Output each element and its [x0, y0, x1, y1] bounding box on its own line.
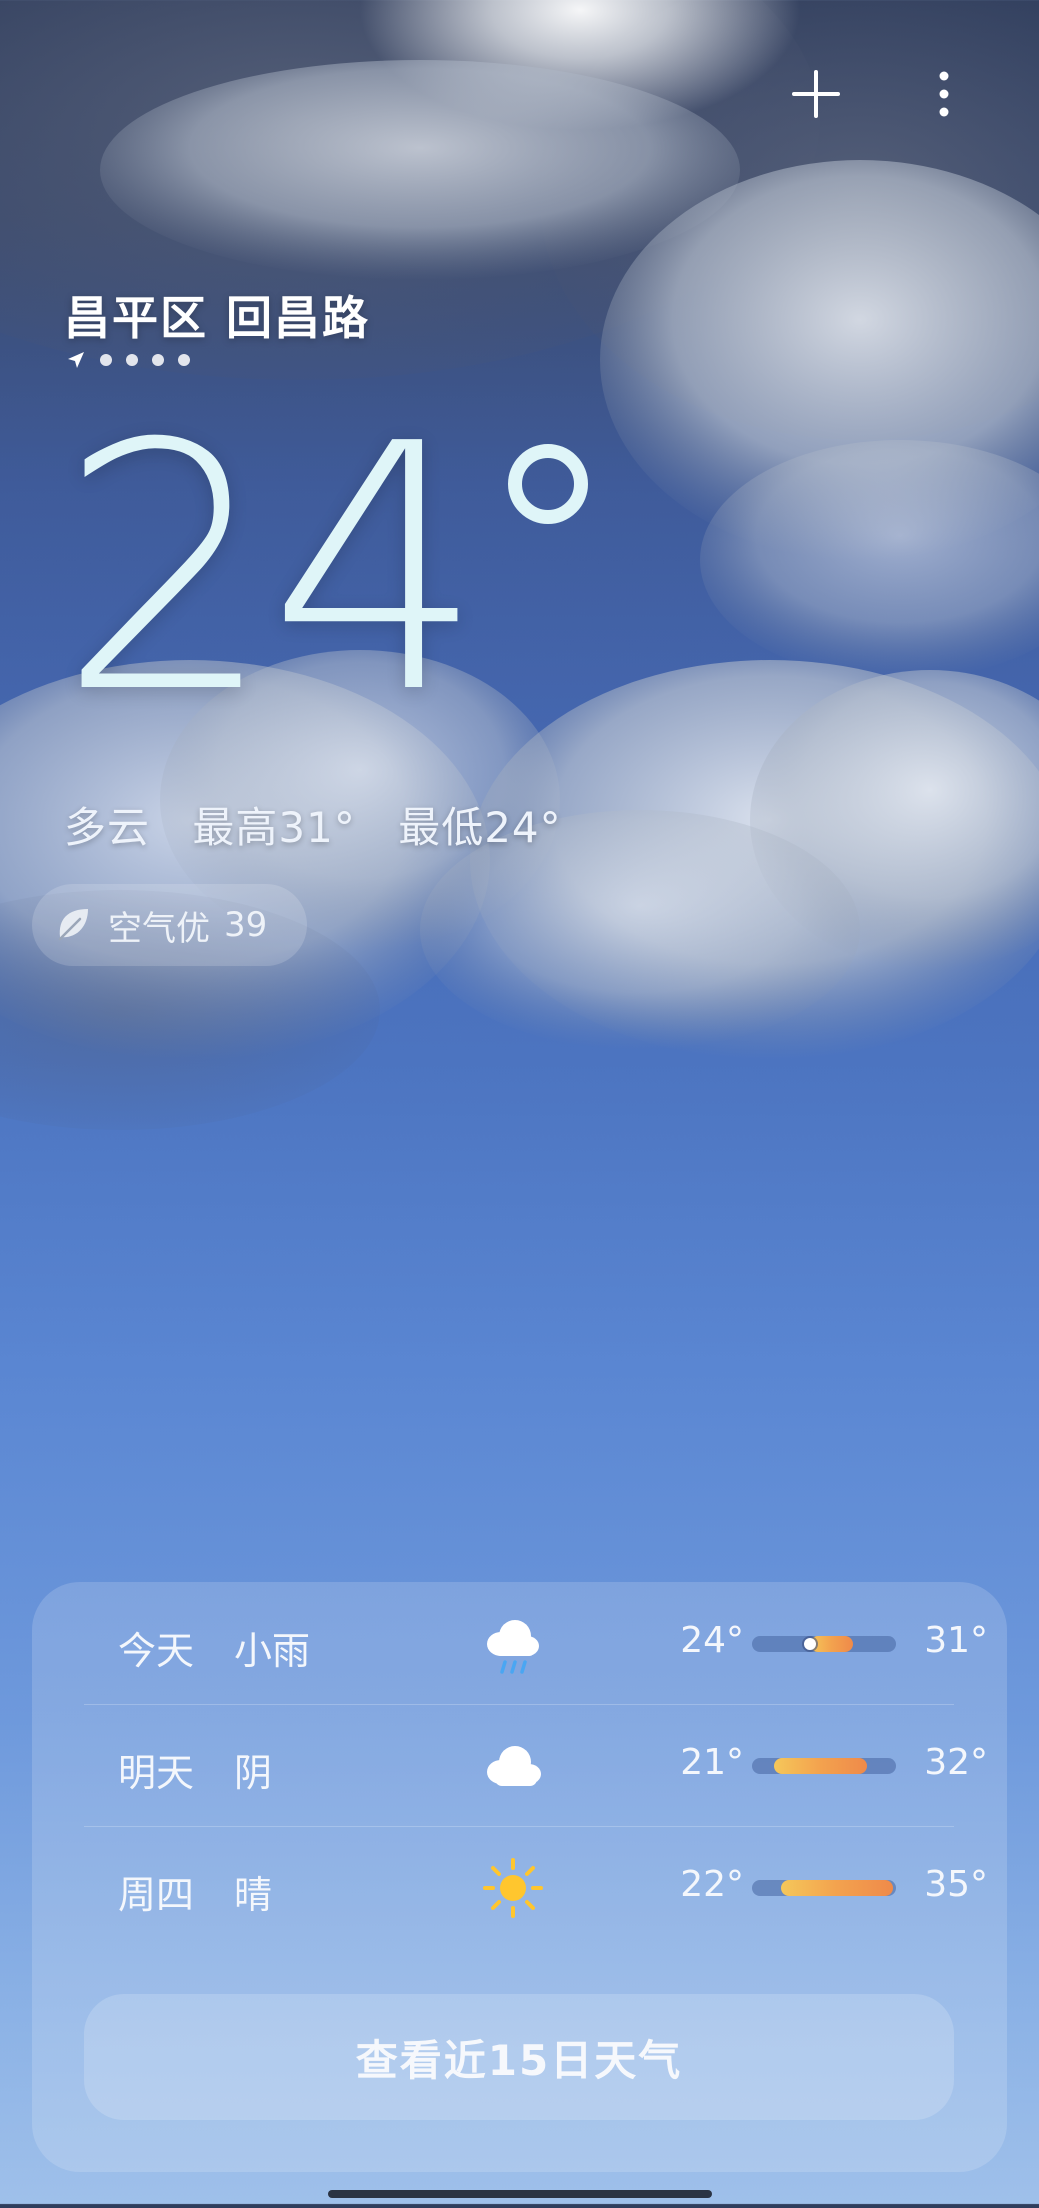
forecast-condition: 阴 — [234, 1751, 273, 1795]
forecast-row-today[interactable]: 今天 小雨 24° 31° — [84, 1582, 988, 1704]
home-indicator — [328, 2190, 712, 2198]
air-quality-badge[interactable]: 空气优 39 — [32, 884, 308, 966]
forecast-day: 今天 — [118, 1629, 195, 1673]
temp-range-fill — [773, 1758, 868, 1774]
weather-summary: 多云 最高31° 最低24° — [64, 794, 562, 855]
forecast-row-tomorrow[interactable]: 明天 阴 21° 32° — [84, 1704, 988, 1826]
cloudy-icon — [487, 1746, 541, 1786]
forecast-day: 明天 — [118, 1751, 195, 1795]
current-temperature: 24 — [58, 372, 485, 768]
forecast-high: 35° — [924, 1864, 988, 1905]
today-high: 最高31° — [192, 803, 356, 852]
forecast-low: 22° — [680, 1864, 744, 1905]
more-vertical-icon — [939, 71, 949, 117]
page-dot — [178, 354, 190, 366]
page-dot — [126, 354, 138, 366]
location-arrow-icon — [68, 352, 84, 368]
forecast-row-thursday[interactable]: 周四 晴 22° 35° — [84, 1826, 988, 1948]
view-15-day-forecast-button[interactable]: 查看近15日天气 — [84, 1994, 954, 2120]
current-condition: 多云 — [64, 803, 151, 852]
forecast-low: 24° — [680, 1620, 744, 1661]
temp-range-fill — [780, 1880, 894, 1896]
temp-range-bar — [752, 1880, 896, 1896]
temp-range-bar — [752, 1758, 896, 1774]
forecast-low: 21° — [680, 1742, 744, 1783]
location-page-indicator — [66, 350, 190, 370]
more-options-button[interactable] — [904, 54, 984, 134]
light-rain-icon — [487, 1620, 539, 1674]
forecast-condition: 小雨 — [234, 1629, 311, 1673]
air-quality-value: 39 — [224, 905, 268, 945]
air-quality-label: 空气优 — [108, 908, 210, 949]
current-temp-marker — [803, 1638, 816, 1650]
forecast-day: 周四 — [118, 1873, 195, 1917]
today-low: 最低24° — [398, 803, 562, 852]
page-dot — [100, 354, 112, 366]
temp-range-bar — [752, 1636, 896, 1652]
page-dot — [152, 354, 164, 366]
add-city-button[interactable] — [776, 54, 856, 134]
sunny-icon — [483, 1858, 543, 1918]
leaf-icon — [58, 909, 88, 941]
forecast-condition: 晴 — [234, 1873, 273, 1917]
forecast-high: 31° — [924, 1620, 988, 1661]
location-title[interactable]: 昌平区 回昌路 — [64, 282, 370, 348]
forecast-high: 32° — [924, 1742, 988, 1783]
temp-range-fill — [809, 1636, 853, 1652]
degree-symbol — [508, 444, 588, 524]
plus-icon — [792, 70, 840, 118]
forecast-card: 今天 小雨 24° 31° 明天 阴 21° 32° 周四 晴 22° 35° … — [32, 1582, 1007, 2172]
